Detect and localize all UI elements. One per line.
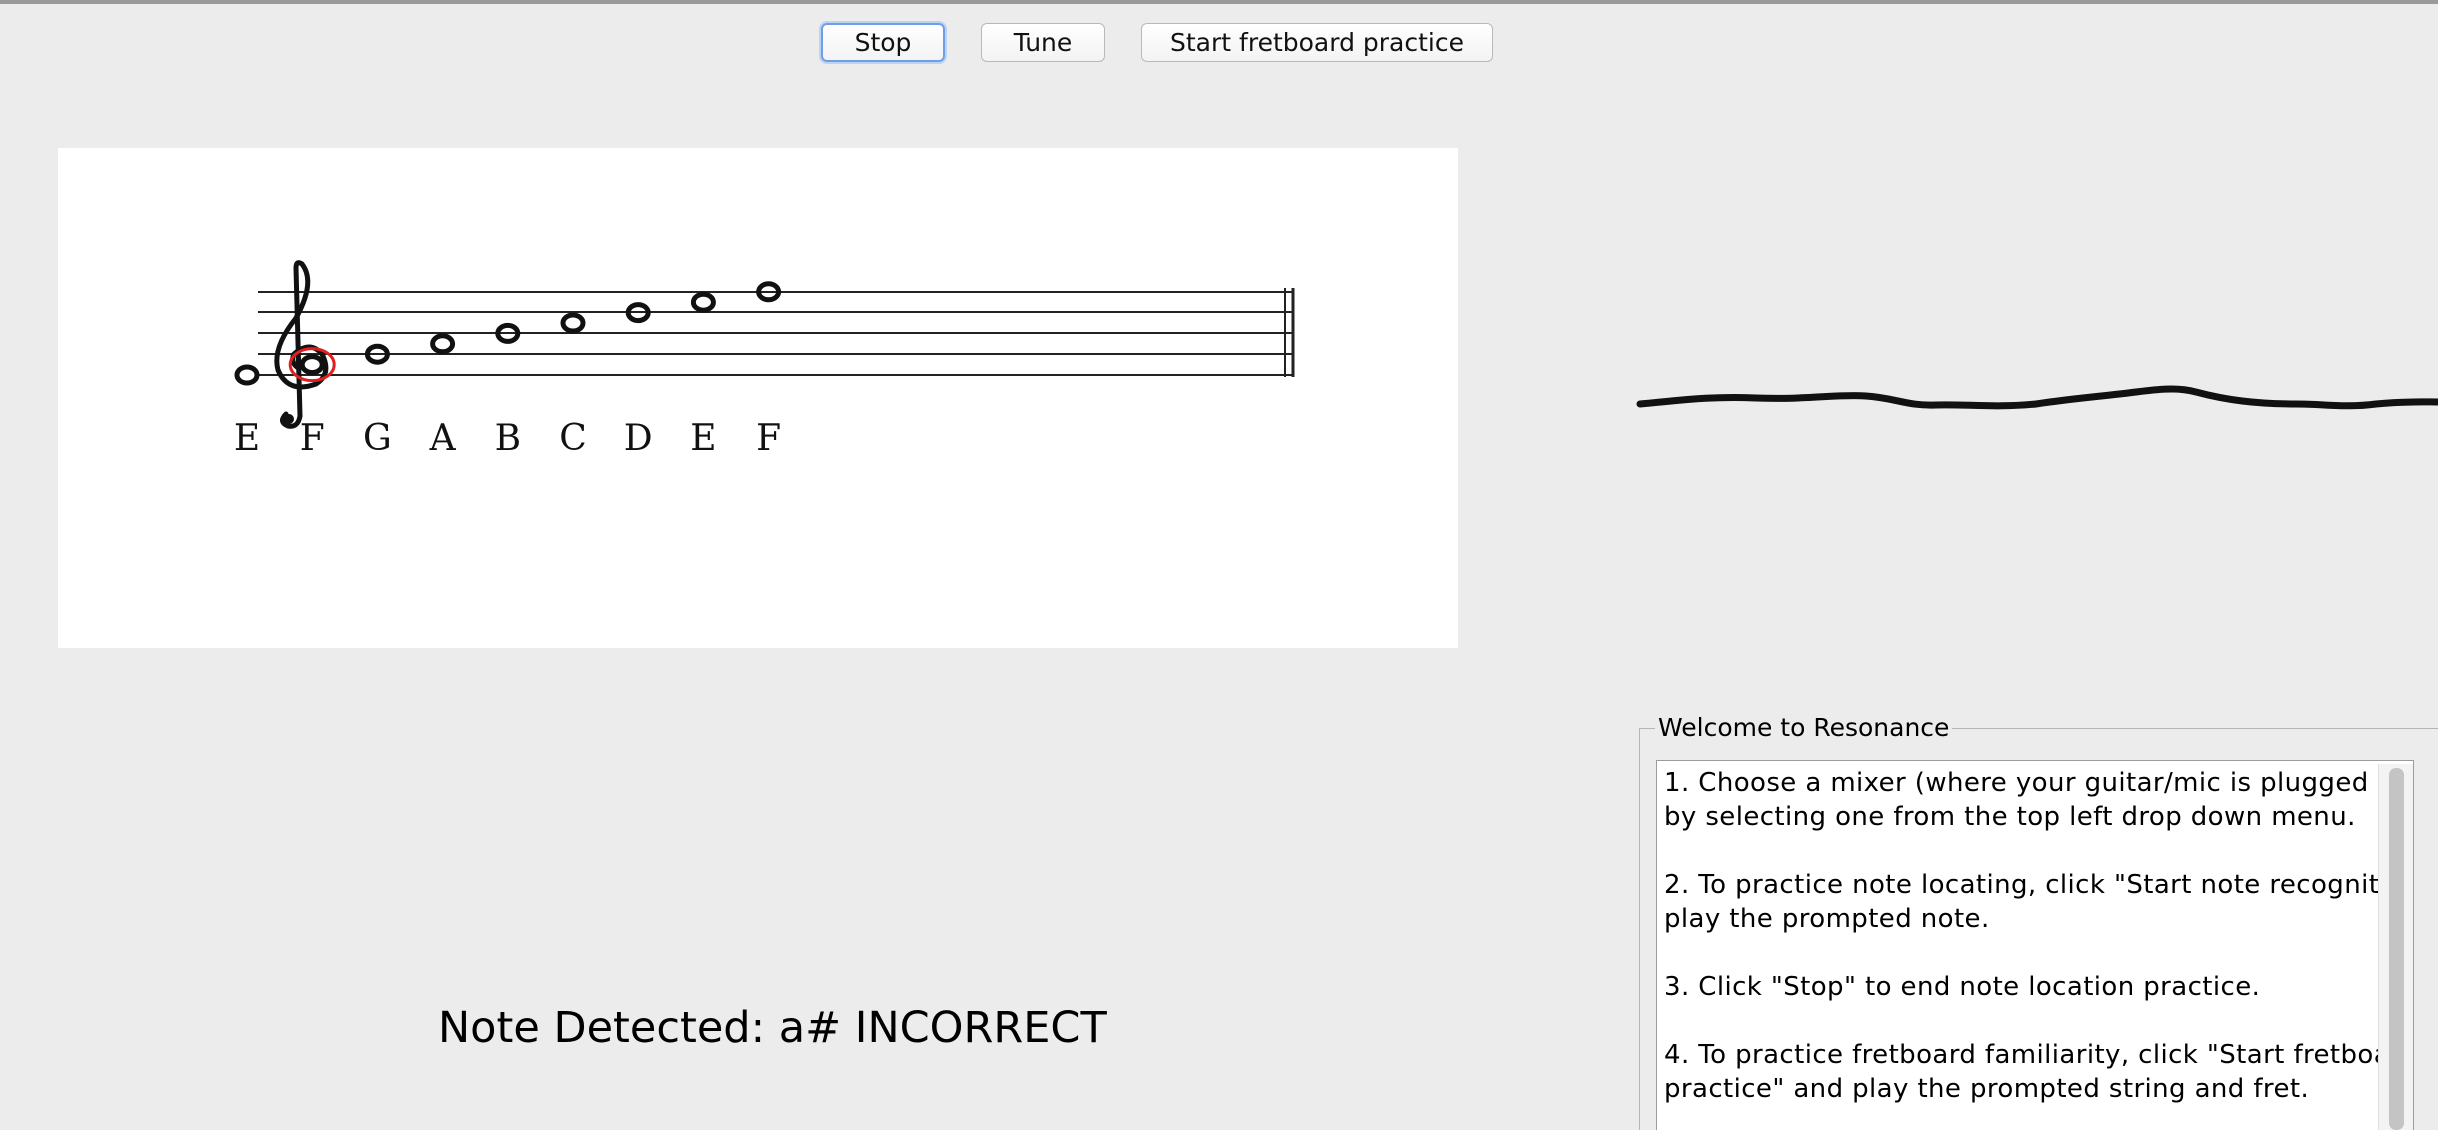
audio-waveform xyxy=(1636,385,2438,410)
instruction-step-3: 3. Click "Stop" to end note location pra… xyxy=(1664,972,2261,1002)
instructions-text: 1. Choose a mixer (where your guitar/mic… xyxy=(1664,766,2413,1130)
instructions-text-area[interactable]: 1. Choose a mixer (where your guitar/mic… xyxy=(1656,760,2414,1130)
instruction-step-1: 1. Choose a mixer (where your guitar/mic… xyxy=(1664,768,2369,832)
note-head xyxy=(234,364,260,386)
note-head xyxy=(299,354,325,376)
note-labels-group: EFGABCDEF xyxy=(234,418,781,459)
note-detected-status: Note Detected: a# INCORRECT xyxy=(438,1003,1107,1053)
note-label: D xyxy=(624,418,653,459)
instructions-scrollbar[interactable] xyxy=(2378,764,2413,1130)
start-fretboard-practice-button[interactable]: Start fretboard practice xyxy=(1141,23,1493,62)
note-head xyxy=(430,333,456,355)
note-label: A xyxy=(429,418,457,459)
scrollbar-thumb[interactable] xyxy=(2389,768,2404,1130)
note-head xyxy=(560,312,586,334)
note-label: F xyxy=(756,418,781,459)
note-label: B xyxy=(495,418,521,459)
music-staff: EFGABCDEF xyxy=(234,260,1295,459)
note-label: F xyxy=(300,418,325,459)
treble-clef-icon xyxy=(274,260,329,429)
instruction-step-4: 4. To practice fretboard familiarity, cl… xyxy=(1664,1040,2391,1104)
note-label: C xyxy=(559,418,587,459)
note-head xyxy=(690,291,716,313)
note-label: G xyxy=(363,418,392,459)
note-label: E xyxy=(234,418,260,459)
window-top-border xyxy=(0,0,2438,4)
note-label: E xyxy=(690,418,716,459)
welcome-panel-title: Welcome to Resonance xyxy=(1655,713,1953,742)
instruction-step-2: 2. To practice note locating, click "Sta… xyxy=(1664,870,2387,934)
music-staff-panel: EFGABCDEF xyxy=(58,148,1458,648)
stop-button[interactable]: Stop xyxy=(821,23,945,62)
tune-button[interactable]: Tune xyxy=(981,23,1105,62)
staff-lines xyxy=(258,291,1293,376)
